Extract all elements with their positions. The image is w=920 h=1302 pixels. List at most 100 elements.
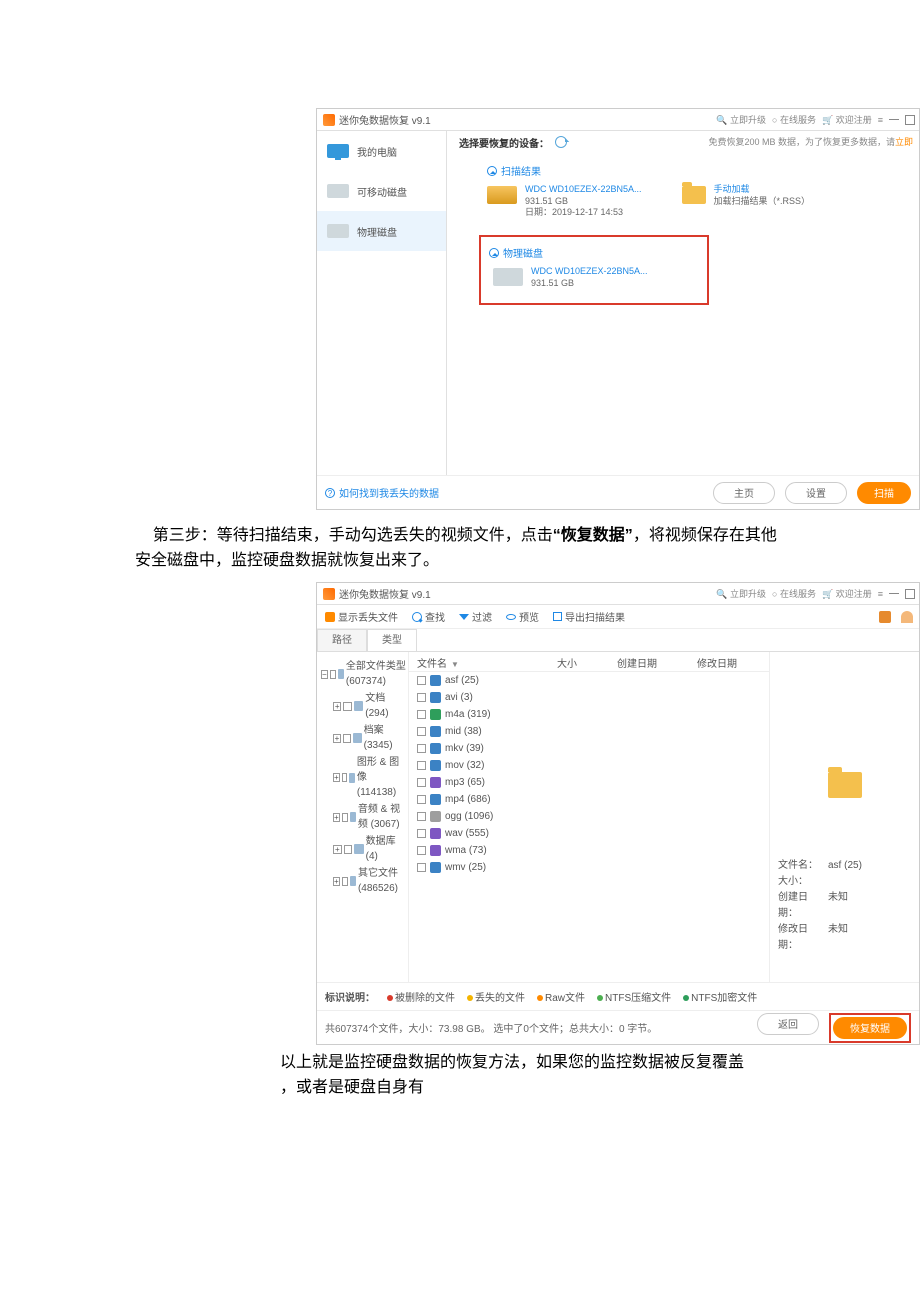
checkbox[interactable]: [417, 676, 426, 685]
type-icon: [354, 844, 363, 854]
maximize-icon[interactable]: [905, 589, 915, 599]
file-row[interactable]: avi (3): [409, 689, 769, 706]
file-name: mp4 (686): [445, 794, 491, 805]
show-lost-button[interactable]: 显示丢失文件: [325, 609, 398, 624]
checkbox[interactable]: [417, 829, 426, 838]
section-physical-disk[interactable]: 物理磁盘: [489, 245, 699, 260]
minimize-icon[interactable]: [889, 119, 899, 120]
checkbox[interactable]: [417, 761, 426, 770]
expand-icon[interactable]: +: [333, 845, 342, 854]
legend-bar: 标识说明： 被删除的文件 丢失的文件 Raw文件 NTFS压缩文件 NTFS加密…: [317, 982, 919, 1010]
checkbox[interactable]: [417, 863, 426, 872]
tree-item[interactable]: +其它文件 (486526): [321, 865, 408, 897]
checkbox[interactable]: [417, 693, 426, 702]
file-row[interactable]: wav (555): [409, 825, 769, 842]
scan-result-card[interactable]: WDC WD10EZEX-22BN5A... 931.51 GB 日期：2019…: [487, 184, 642, 219]
menu-icon[interactable]: ≡: [878, 589, 883, 599]
checkbox[interactable]: [343, 734, 351, 743]
filter-button[interactable]: 过滤: [459, 609, 492, 624]
tree-item[interactable]: +数据库 (4): [321, 833, 408, 865]
expand-icon[interactable]: −: [321, 670, 328, 679]
maximize-icon[interactable]: [905, 115, 915, 125]
expand-icon[interactable]: +: [333, 773, 340, 782]
col-modified[interactable]: 修改日期: [689, 652, 769, 671]
upgrade-link[interactable]: 🔍 立即升级: [716, 113, 766, 126]
file-row[interactable]: mov (32): [409, 757, 769, 774]
file-row[interactable]: asf (25): [409, 672, 769, 689]
physical-disk-card[interactable]: WDC WD10EZEX-22BN5A... 931.51 GB: [493, 266, 699, 289]
tree-item[interactable]: −全部文件类型 (607374): [321, 658, 408, 690]
checkbox[interactable]: [330, 670, 336, 679]
export-button[interactable]: 导出扫描结果: [553, 609, 625, 624]
sidebar-item-removable[interactable]: 可移动磁盘: [317, 171, 446, 211]
file-name: mov (32): [445, 760, 484, 771]
tree-item[interactable]: + 档案 (3345): [321, 722, 408, 754]
online-service-link[interactable]: ○ 在线服务: [772, 587, 816, 600]
tab-type[interactable]: 类型: [367, 629, 417, 651]
sidebar-item-mycomputer[interactable]: 我的电脑: [317, 131, 446, 171]
register-link[interactable]: 🛒 欢迎注册: [822, 587, 872, 600]
col-filename[interactable]: 文件名▼: [409, 652, 549, 671]
main-panel: 选择要恢复的设备： 免费恢复200 MB 数据，为了恢复更多数据，请立即 扫描结…: [447, 131, 919, 475]
file-row[interactable]: m4a (319): [409, 706, 769, 723]
sidebar-item-physical[interactable]: 物理磁盘: [317, 211, 446, 251]
back-button[interactable]: 返回: [757, 1013, 819, 1035]
find-button[interactable]: 查找: [412, 609, 445, 624]
filetype-icon: [430, 709, 441, 720]
file-row[interactable]: mid (38): [409, 723, 769, 740]
file-row[interactable]: ogg (1096): [409, 808, 769, 825]
checkbox[interactable]: [343, 702, 351, 711]
recover-button[interactable]: 恢复数据: [833, 1017, 907, 1039]
tree-label: 图形 & 图像 (114138): [357, 755, 408, 800]
expand-icon[interactable]: +: [333, 877, 340, 886]
checkbox[interactable]: [417, 846, 426, 855]
monitor-icon: [327, 144, 349, 158]
preview-button[interactable]: 预览: [506, 609, 539, 624]
register-link[interactable]: 🛒 欢迎注册: [822, 113, 872, 126]
tree-item[interactable]: +文档 (294): [321, 690, 408, 722]
settings-button[interactable]: 设置: [785, 482, 847, 504]
upgrade-link[interactable]: 🔍 立即升级: [716, 587, 766, 600]
tree-label: 档案 (3345): [364, 723, 408, 753]
refresh-icon[interactable]: [555, 136, 567, 148]
expand-icon[interactable]: +: [333, 734, 341, 743]
file-row[interactable]: wma (73): [409, 842, 769, 859]
manual-load-card[interactable]: 手动加载 加载扫描结果（*.RSS）: [682, 184, 811, 219]
online-service-link[interactable]: ○ 在线服务: [772, 113, 816, 126]
help-icon: ?: [325, 488, 335, 498]
checkbox[interactable]: [417, 812, 426, 821]
expand-icon[interactable]: +: [333, 813, 340, 822]
file-row[interactable]: mp3 (65): [409, 774, 769, 791]
checkbox[interactable]: [342, 877, 348, 886]
share-icon[interactable]: [879, 611, 891, 623]
checkbox[interactable]: [342, 773, 348, 782]
scan-button[interactable]: 扫描: [857, 482, 911, 504]
checkbox[interactable]: [417, 795, 426, 804]
checkbox[interactable]: [417, 727, 426, 736]
file-name: asf (25): [445, 675, 479, 686]
app-logo-icon: [323, 588, 335, 600]
minimize-icon[interactable]: [889, 593, 899, 594]
file-row[interactable]: mp4 (686): [409, 791, 769, 808]
checkbox[interactable]: [344, 845, 353, 854]
col-size[interactable]: 大小: [549, 652, 609, 671]
help-link[interactable]: ? 如何找到我丢失的数据: [325, 485, 439, 500]
export-icon: [553, 612, 562, 621]
checkbox[interactable]: [417, 710, 426, 719]
tree-item[interactable]: + 图形 & 图像 (114138): [321, 754, 408, 801]
home-button[interactable]: 主页: [713, 482, 775, 504]
menu-icon[interactable]: ≡: [878, 115, 883, 125]
file-row[interactable]: mkv (39): [409, 740, 769, 757]
checkbox[interactable]: [342, 813, 348, 822]
col-created[interactable]: 创建日期: [609, 652, 689, 671]
tree-item[interactable]: +音频 & 视频 (3067): [321, 801, 408, 833]
expand-icon[interactable]: +: [333, 702, 341, 711]
checkbox[interactable]: [417, 744, 426, 753]
user-icon[interactable]: [901, 611, 913, 623]
file-list-header: 文件名▼ 大小 创建日期 修改日期: [409, 652, 769, 672]
sidebar-item-label: 可移动磁盘: [357, 184, 407, 199]
tab-path[interactable]: 路径: [317, 629, 367, 651]
file-row[interactable]: wmv (25): [409, 859, 769, 876]
section-scan-results[interactable]: 扫描结果: [487, 163, 919, 178]
checkbox[interactable]: [417, 778, 426, 787]
